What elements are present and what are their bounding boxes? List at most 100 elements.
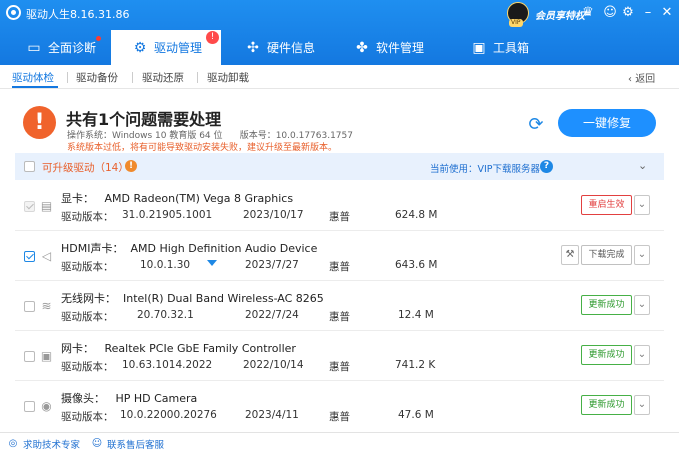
customer-service-icon: ☺ [91, 438, 103, 449]
active-tab-indicator [12, 86, 58, 88]
vip-tag: VIP [509, 19, 523, 27]
subtab-driver-backup[interactable]: 驱动备份 [76, 70, 118, 85]
version-label: 驱动版本： [61, 361, 114, 373]
driver-row-camera: ◉ 摄像头： HP HD Camera 驱动版本： 10.0.22000.202… [15, 381, 664, 431]
action-dropdown[interactable]: ⌄ [634, 195, 650, 215]
version-select-caret-icon[interactable] [207, 260, 217, 266]
alert-badge: ! [206, 31, 219, 44]
chevron-down-icon[interactable]: ⌄ [638, 159, 647, 172]
driver-version: 20.70.32.1 [137, 309, 194, 321]
expert-help-label: 求助技术专家 [23, 440, 81, 451]
subtab-driver-uninstall[interactable]: 驱动卸载 [207, 70, 249, 85]
action-dropdown[interactable]: ⌄ [634, 395, 650, 415]
wifi-icon: ≋ [41, 299, 52, 313]
driver-vendor: 惠普 [329, 261, 350, 273]
download-complete-button[interactable]: 下载完成 [581, 245, 632, 265]
row-checkbox[interactable] [24, 251, 35, 262]
tab-label: 工具箱 [493, 41, 530, 55]
version-label: 驱动版本： [61, 311, 114, 323]
apps-icon: ✤ [356, 39, 368, 56]
driver-version: 10.63.1014.2022 [122, 359, 213, 371]
back-link[interactable]: ‹ 返回 [628, 70, 655, 85]
title-bar: 驱动人生8.16.31.86 VIP 会员享特权 ♛ ☺ ⚙ – ✕ [0, 0, 679, 27]
settings-gear-icon[interactable]: ⚙ [620, 5, 636, 21]
after-sales-link[interactable]: ☺ 联系售后客服 [91, 437, 164, 451]
expert-help-link[interactable]: ◎ 求助技术专家 [7, 437, 80, 451]
warning-icon: ! [23, 106, 56, 139]
driver-vendor: 惠普 [329, 411, 350, 423]
download-server-link[interactable]: 当前使用：VIP下载服务器 [430, 161, 540, 175]
driver-row-graphics: ▤ 显卡： AMD Radeon(TM) Vega 8 Graphics 驱动版… [15, 181, 664, 231]
minimize-icon[interactable]: – [640, 5, 656, 21]
driver-row-hdmi-audio: ◁ HDMI声卡： AMD High Definition Audio Devi… [15, 231, 664, 281]
tab-driver-management[interactable]: ⚙ 驱动管理 ! [111, 30, 221, 65]
driver-size: 12.4 M [398, 309, 434, 321]
updatable-drivers-bar: 可升级驱动（14） ! 当前使用：VIP下载服务器 ? ⌄ [15, 153, 664, 180]
subtab-driver-check[interactable]: 驱动体检 [12, 70, 54, 85]
driver-size: 741.2 K [395, 359, 436, 371]
speaker-icon: ◁ [41, 249, 52, 263]
row-checkbox[interactable] [24, 401, 35, 412]
device-name: 网卡： Realtek PCIe GbE Family Controller [61, 342, 296, 355]
restart-to-apply-button[interactable]: 重启生效 [581, 195, 632, 215]
wrench-icon[interactable]: ⚒ [561, 245, 579, 265]
driver-date: 2023/7/27 [245, 259, 299, 271]
action-dropdown[interactable]: ⌄ [634, 295, 650, 315]
gear-icon: ⚙ [133, 39, 147, 56]
help-icon[interactable]: ? [540, 160, 553, 173]
avatar[interactable]: VIP [507, 2, 529, 27]
network-card-icon: ▣ [40, 349, 53, 363]
sub-tab-bar: 驱动体检 驱动备份 驱动还原 驱动卸载 ‹ 返回 [0, 65, 679, 89]
info-icon[interactable]: ! [125, 160, 137, 172]
one-click-fix-button[interactable]: 一键修复 [558, 109, 656, 137]
driver-size: 624.8 M [395, 209, 438, 221]
driver-size: 47.6 M [398, 409, 434, 421]
crown-icon[interactable]: ♛ [580, 5, 596, 21]
device-name: 无线网卡： Intel(R) Dual Band Wireless-AC 826… [61, 292, 324, 305]
refresh-icon[interactable]: ⟳ [526, 115, 546, 135]
update-success-button[interactable]: 更新成功 [581, 395, 632, 415]
camera-icon: ◉ [41, 399, 52, 413]
problem-title: 共有1个问题需要处理 [66, 110, 222, 129]
device-name: HDMI声卡： AMD High Definition Audio Device [61, 242, 318, 255]
driver-size: 643.6 M [395, 259, 438, 271]
member-privilege-link[interactable]: 会员享特权 [535, 7, 585, 22]
action-dropdown[interactable]: ⌄ [634, 345, 650, 365]
tab-toolbox[interactable]: ▣ 工具箱 [471, 30, 541, 65]
divider [67, 72, 68, 83]
driver-row-wifi: ≋ 无线网卡： Intel(R) Dual Band Wireless-AC 8… [15, 281, 664, 331]
driver-version: 10.0.1.30 [140, 259, 191, 271]
subtab-driver-restore[interactable]: 驱动还原 [142, 70, 184, 85]
feedback-icon[interactable]: ☺ [602, 5, 618, 21]
main-nav: ▭ 全面诊断 ⚙ 驱动管理 ! ✣ 硬件信息 ✤ 软件管理 ▣ 工具箱 [0, 30, 679, 65]
driver-date: 2022/7/24 [245, 309, 299, 321]
tab-hardware-info[interactable]: ✣ 硬件信息 [245, 30, 325, 65]
app-title: 驱动人生8.16.31.86 [26, 8, 130, 21]
update-success-button[interactable]: 更新成功 [581, 295, 632, 315]
driver-version: 10.0.22000.20276 [120, 409, 217, 421]
back-label: 返回 [635, 74, 656, 85]
updatable-drivers-label: 可升级驱动（14） [42, 162, 129, 174]
driver-vendor: 惠普 [329, 211, 350, 223]
device-name: 摄像头： HP HD Camera [61, 392, 198, 405]
driver-vendor: 惠普 [329, 361, 350, 373]
driver-version: 31.0.21905.1001 [122, 209, 213, 221]
row-checkbox[interactable] [24, 201, 35, 212]
tab-label: 驱动管理 [154, 41, 203, 55]
device-name: 显卡： AMD Radeon(TM) Vega 8 Graphics [61, 192, 294, 205]
after-sales-label: 联系售后客服 [107, 440, 165, 451]
select-all-checkbox[interactable] [24, 161, 35, 172]
update-success-button[interactable]: 更新成功 [581, 345, 632, 365]
tab-full-diagnosis[interactable]: ▭ 全面诊断 [26, 30, 106, 65]
monitor-icon: ▭ [27, 39, 41, 56]
driver-date: 2023/10/17 [243, 209, 304, 221]
row-checkbox[interactable] [24, 351, 35, 362]
fan-icon: ✣ [247, 39, 259, 56]
notification-dot [96, 36, 101, 41]
tab-software-management[interactable]: ✤ 软件管理 [354, 30, 434, 65]
close-icon[interactable]: ✕ [659, 5, 675, 21]
version-label: 驱动版本： [61, 211, 114, 223]
row-checkbox[interactable] [24, 301, 35, 312]
tab-label: 硬件信息 [267, 41, 316, 55]
action-dropdown[interactable]: ⌄ [634, 245, 650, 265]
